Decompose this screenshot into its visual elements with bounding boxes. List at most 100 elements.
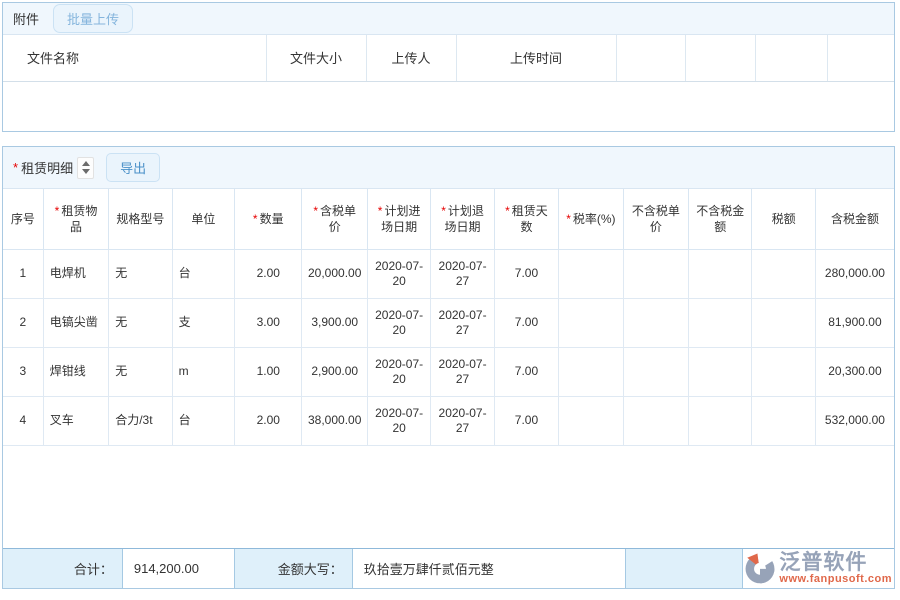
table-cell <box>689 347 752 396</box>
table-empty-area <box>3 446 894 548</box>
batch-upload-button[interactable]: 批量上传 <box>53 4 133 33</box>
table-cell: 叉车 <box>43 396 108 445</box>
sort-up-icon <box>82 161 90 166</box>
required-asterisk: * <box>55 204 60 218</box>
total-value: 914,200.00 <box>123 549 235 588</box>
attachments-header-bar: 附件 批量上传 <box>3 3 894 35</box>
attachments-section: 附件 批量上传 文件名称文件大小上传人上传时间 <box>2 2 895 132</box>
table-cell: 2020-07-20 <box>367 249 430 298</box>
total-label: 合计： <box>3 549 123 588</box>
table-cell: 电镐尖凿 <box>43 298 108 347</box>
rental-column-header: *含税单价 <box>302 189 367 249</box>
watermark-text: 泛普软件 www.fanpusoft.com <box>779 552 892 585</box>
table-cell <box>752 347 815 396</box>
watermark-cell: 泛普软件 www.fanpusoft.com <box>743 549 894 588</box>
attachments-empty-cell <box>3 81 894 131</box>
table-cell: 电焊机 <box>43 249 108 298</box>
table-cell: 3 <box>3 347 43 396</box>
rental-details-section: * 租赁明细 导出 序号*租赁物品规格型号单位*数量*含税单价*计划进场日期*计… <box>2 146 895 589</box>
attachments-table: 文件名称文件大小上传人上传时间 <box>3 35 894 131</box>
required-asterisk: * <box>313 204 318 218</box>
attachment-column-header <box>827 35 894 81</box>
table-cell: 2 <box>3 298 43 347</box>
sort-down-icon <box>82 169 90 174</box>
table-cell: 280,000.00 <box>815 249 894 298</box>
rental-header-row: 序号*租赁物品规格型号单位*数量*含税单价*计划进场日期*计划退场日期*租赁天数… <box>3 189 894 249</box>
table-cell: 2020-07-27 <box>431 249 494 298</box>
sort-arrows-icon[interactable] <box>77 157 94 179</box>
attachment-column-header <box>616 35 685 81</box>
table-cell: 台 <box>172 249 234 298</box>
attachment-column-header: 文件大小 <box>266 35 366 81</box>
table-cell: 2.00 <box>235 249 302 298</box>
required-asterisk: * <box>253 212 258 226</box>
table-cell: 2020-07-20 <box>367 298 430 347</box>
table-cell: 2,900.00 <box>302 347 367 396</box>
rental-column-header: *租赁天数 <box>494 189 558 249</box>
attachment-column-header <box>755 35 827 81</box>
table-cell: 20,300.00 <box>815 347 894 396</box>
table-row: 4叉车合力/3t台2.0038,000.002020-07-202020-07-… <box>3 396 894 445</box>
table-cell: 无 <box>109 347 172 396</box>
brand-website: www.fanpusoft.com <box>779 574 892 585</box>
summary-row: 合计： 914,200.00 金额大写： 玖拾壹万肆仟贰佰元整 泛普软件 <box>3 548 894 588</box>
rental-column-header: *数量 <box>235 189 302 249</box>
table-cell: 7.00 <box>494 396 558 445</box>
rental-column-header: 单位 <box>172 189 234 249</box>
summary-blank-cell <box>626 549 744 588</box>
attachment-column-header: 上传时间 <box>456 35 616 81</box>
table-cell: 无 <box>109 298 172 347</box>
table-cell: m <box>172 347 234 396</box>
brand-name: 泛普软件 <box>779 552 892 573</box>
table-cell: 3,900.00 <box>302 298 367 347</box>
table-cell: 支 <box>172 298 234 347</box>
table-cell <box>623 347 688 396</box>
table-cell: 532,000.00 <box>815 396 894 445</box>
rental-column-header: 含税金额 <box>815 189 894 249</box>
rental-header-bar: * 租赁明细 导出 <box>3 147 894 189</box>
required-asterisk: * <box>505 204 510 218</box>
table-cell <box>752 298 815 347</box>
attachment-column-header: 文件名称 <box>3 35 266 81</box>
table-cell <box>559 396 623 445</box>
required-asterisk: * <box>566 212 571 226</box>
table-cell <box>559 347 623 396</box>
table-cell <box>623 298 688 347</box>
table-cell <box>623 249 688 298</box>
attachments-header-row: 文件名称文件大小上传人上传时间 <box>3 35 894 81</box>
attachments-title: 附件 <box>13 9 39 28</box>
table-cell <box>689 298 752 347</box>
table-cell: 81,900.00 <box>815 298 894 347</box>
amount-in-words-label: 金额大写： <box>235 549 353 588</box>
table-cell <box>559 249 623 298</box>
table-cell <box>752 249 815 298</box>
table-cell: 2020-07-20 <box>367 347 430 396</box>
rental-column-header: 规格型号 <box>109 189 172 249</box>
table-cell: 合力/3t <box>109 396 172 445</box>
rental-column-header: 不含税金额 <box>689 189 752 249</box>
table-cell: 2020-07-27 <box>431 396 494 445</box>
export-button[interactable]: 导出 <box>106 153 160 182</box>
table-cell: 无 <box>109 249 172 298</box>
attachment-column-header <box>685 35 755 81</box>
rental-column-header: *计划进场日期 <box>367 189 430 249</box>
table-cell: 7.00 <box>494 347 558 396</box>
required-asterisk: * <box>13 160 18 175</box>
table-cell: 3.00 <box>235 298 302 347</box>
fanpu-logo-icon <box>743 551 777 585</box>
table-cell: 20,000.00 <box>302 249 367 298</box>
table-cell <box>689 249 752 298</box>
rental-column-header: *计划退场日期 <box>431 189 494 249</box>
table-cell: 38,000.00 <box>302 396 367 445</box>
table-cell: 2020-07-20 <box>367 396 430 445</box>
table-cell: 7.00 <box>494 249 558 298</box>
required-asterisk: * <box>441 204 446 218</box>
table-cell <box>752 396 815 445</box>
attachment-column-header: 上传人 <box>366 35 456 81</box>
rental-column-header: 税额 <box>752 189 815 249</box>
page: 附件 批量上传 文件名称文件大小上传人上传时间 * 租赁明细 导出 序号*租赁物… <box>2 2 895 589</box>
table-cell: 1 <box>3 249 43 298</box>
table-cell: 2020-07-27 <box>431 298 494 347</box>
attachments-empty-body <box>3 81 894 131</box>
rental-table: 序号*租赁物品规格型号单位*数量*含税单价*计划进场日期*计划退场日期*租赁天数… <box>3 189 894 446</box>
